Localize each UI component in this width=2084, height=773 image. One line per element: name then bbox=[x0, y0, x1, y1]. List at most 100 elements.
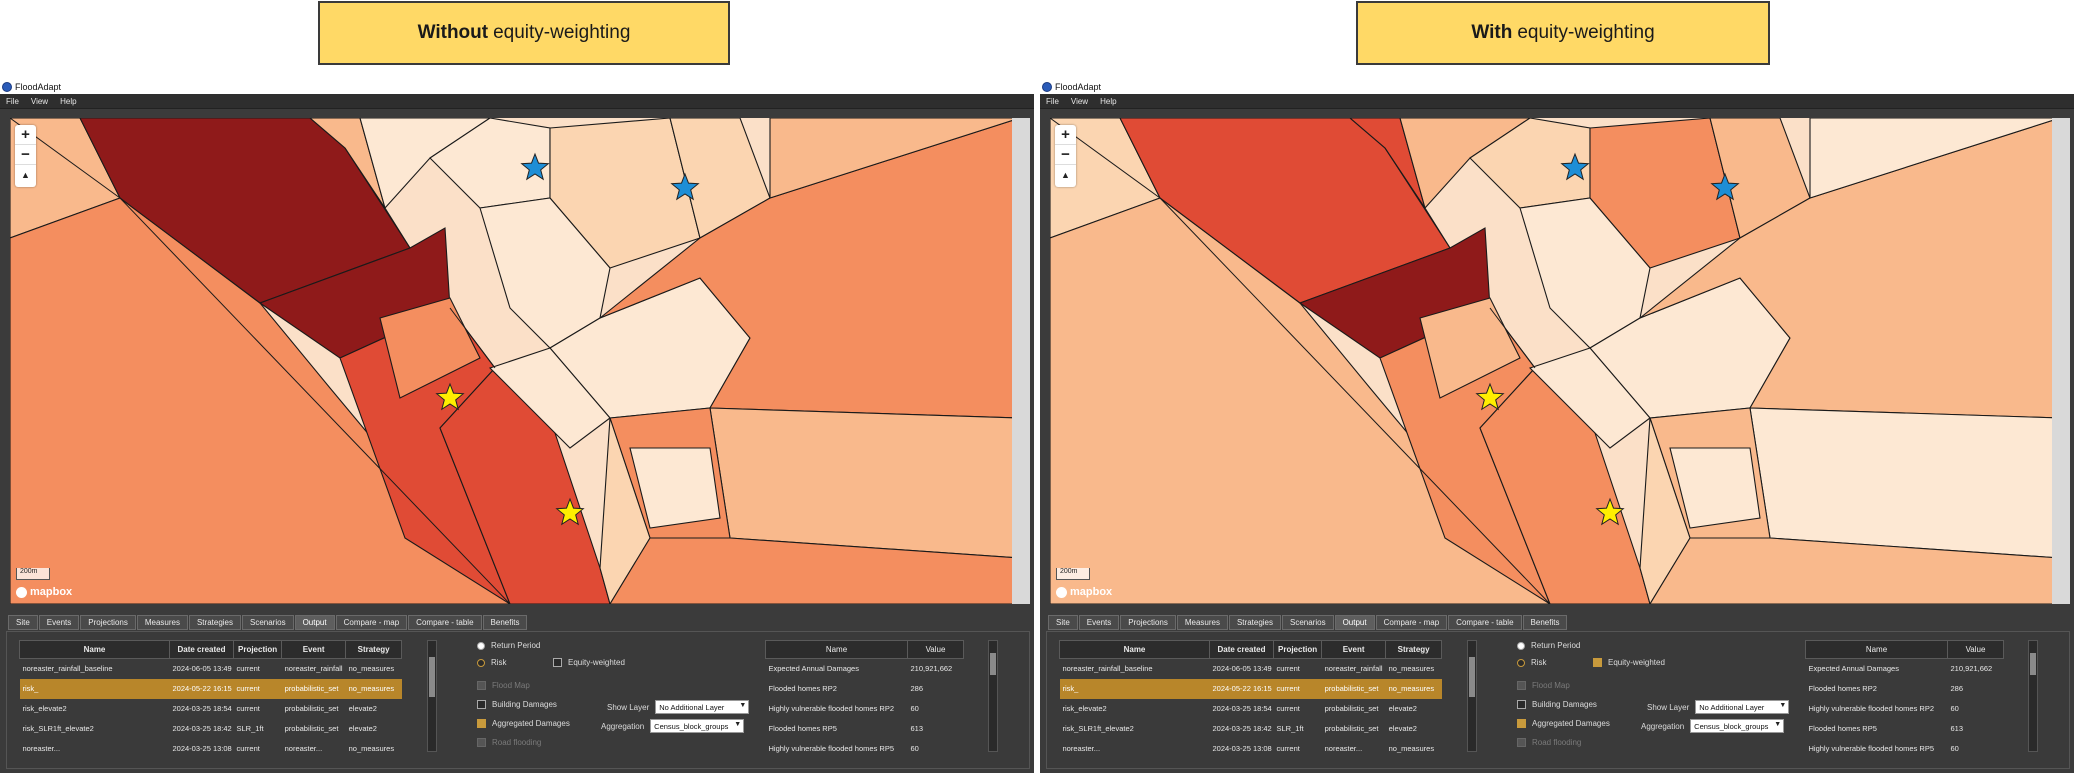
column-header[interactable]: Date created bbox=[1209, 640, 1274, 659]
menu-view[interactable]: View bbox=[1071, 97, 1088, 106]
equity-weighted-checkbox[interactable] bbox=[1593, 658, 1602, 667]
metrics-table-scrollbar[interactable] bbox=[988, 640, 998, 752]
column-header[interactable]: Strategy bbox=[345, 640, 403, 659]
risk-option[interactable]: Risk bbox=[1517, 658, 1547, 667]
block-group-polygon[interactable] bbox=[709, 407, 1021, 559]
zoom-in-button[interactable]: + bbox=[1055, 125, 1076, 145]
column-header[interactable]: Name bbox=[1805, 640, 1948, 659]
table-row[interactable]: Highly vulnerable flooded homes RP5 60 bbox=[1806, 739, 2004, 759]
tab-site[interactable]: Site bbox=[1048, 615, 1078, 630]
building-damages-option[interactable]: Building Damages bbox=[1517, 700, 1597, 709]
column-header[interactable]: Value bbox=[1947, 640, 2004, 659]
return-period-radio[interactable] bbox=[477, 641, 485, 650]
tab-strategies[interactable]: Strategies bbox=[1228, 615, 1281, 630]
tab-compare-table[interactable]: Compare - table bbox=[408, 615, 482, 630]
column-header[interactable]: Value bbox=[907, 640, 964, 659]
table-row[interactable]: risk_SLR1ft_elevate2 2024-03-25 18:42 SLR_… bbox=[1060, 719, 1442, 739]
tab-output[interactable]: Output bbox=[294, 615, 335, 630]
table-row[interactable]: risk_ 2024-05-22 16:15 current probabilisti… bbox=[19, 678, 402, 699]
table-row[interactable]: Flooded homes RP5 613 bbox=[766, 719, 964, 739]
column-header[interactable]: Name bbox=[19, 640, 170, 659]
scenario-table-scrollbar[interactable] bbox=[427, 640, 437, 752]
map-view[interactable]: + − ▲ 200m mapbox bbox=[1050, 118, 2070, 604]
aggregated-damages-option[interactable]: Aggregated Damages bbox=[477, 719, 570, 728]
flood-map-checkbox[interactable] bbox=[1517, 681, 1526, 690]
table-row[interactable]: noreaster_rainfall_baseline 2024-06-05 13… bbox=[1060, 659, 1442, 679]
menu-file[interactable]: File bbox=[6, 97, 19, 106]
table-row[interactable]: Expected Annual Damages 210,921,662 bbox=[1806, 659, 2004, 679]
column-header[interactable]: Name bbox=[1059, 640, 1210, 659]
scrollbar-thumb[interactable] bbox=[990, 653, 996, 675]
menu-file[interactable]: File bbox=[1046, 97, 1059, 106]
column-header[interactable]: Event bbox=[281, 640, 347, 659]
table-row[interactable]: noreaster_rainfall_baseline 2024-06-05 13… bbox=[20, 659, 402, 679]
table-row[interactable]: risk_SLR1ft_elevate2 2024-03-25 18:42 SLR_… bbox=[20, 719, 402, 739]
aggregation-select[interactable]: Census_block_groups ▼ bbox=[650, 719, 745, 733]
zoom-out-button[interactable]: − bbox=[1055, 145, 1076, 165]
tab-measures[interactable]: Measures bbox=[136, 615, 188, 630]
choropleth-map[interactable] bbox=[10, 118, 1030, 604]
map-view[interactable]: + − ▲ 200m mapbox bbox=[10, 118, 1030, 604]
tab-scenarios[interactable]: Scenarios bbox=[1282, 615, 1334, 630]
scenario-table-scrollbar[interactable] bbox=[1467, 640, 1477, 752]
menu-help[interactable]: Help bbox=[1100, 97, 1116, 106]
road-flooding-checkbox[interactable] bbox=[477, 738, 486, 747]
column-header[interactable]: Projection bbox=[232, 640, 283, 659]
menu-help[interactable]: Help bbox=[60, 97, 76, 106]
table-row[interactable]: Flooded homes RP2 286 bbox=[766, 679, 964, 699]
column-header[interactable]: Strategy bbox=[1385, 640, 1443, 659]
table-row[interactable]: risk_elevate2 2024-03-25 18:54 current prob… bbox=[20, 699, 402, 719]
aggregated-damages-checkbox[interactable] bbox=[1517, 719, 1526, 728]
return-period-option[interactable]: Return Period bbox=[1517, 641, 1580, 650]
column-header[interactable]: Projection bbox=[1272, 640, 1323, 659]
table-row[interactable]: Expected Annual Damages 210,921,662 bbox=[766, 659, 964, 679]
road-flooding-option[interactable]: Road flooding bbox=[1517, 738, 1581, 747]
table-row[interactable]: Highly vulnerable flooded homes RP2 60 bbox=[766, 699, 964, 719]
tab-compare-map[interactable]: Compare - map bbox=[1375, 615, 1448, 630]
show-layer-select[interactable]: No Additional Layer ▼ bbox=[1695, 700, 1790, 714]
table-row[interactable]: risk_elevate2 2024-03-25 18:54 current prob… bbox=[1060, 699, 1442, 719]
tab-projections[interactable]: Projections bbox=[80, 615, 136, 630]
menu-view[interactable]: View bbox=[31, 97, 48, 106]
building-damages-checkbox[interactable] bbox=[1517, 700, 1526, 709]
road-flooding-option[interactable]: Road flooding bbox=[477, 738, 541, 747]
column-header[interactable]: Event bbox=[1321, 640, 1387, 659]
tab-benefits[interactable]: Benefits bbox=[482, 615, 528, 630]
aggregated-damages-checkbox[interactable] bbox=[477, 719, 486, 728]
equity-weighted-option[interactable]: Equity-weighted bbox=[553, 658, 625, 667]
road-flooding-checkbox[interactable] bbox=[1517, 738, 1526, 747]
risk-radio[interactable] bbox=[1517, 658, 1525, 667]
equity-weighted-option[interactable]: Equity-weighted bbox=[1593, 658, 1665, 667]
flood-map-checkbox[interactable] bbox=[477, 681, 486, 690]
compass-button[interactable]: ▲ bbox=[1055, 165, 1076, 185]
flood-map-option[interactable]: Flood Map bbox=[1517, 681, 1570, 690]
risk-radio[interactable] bbox=[477, 658, 485, 667]
return-period-option[interactable]: Return Period bbox=[477, 641, 540, 650]
tab-measures[interactable]: Measures bbox=[1176, 615, 1228, 630]
tab-benefits[interactable]: Benefits bbox=[1522, 615, 1568, 630]
building-damages-checkbox[interactable] bbox=[477, 700, 486, 709]
compass-button[interactable]: ▲ bbox=[15, 165, 36, 185]
equity-weighted-checkbox[interactable] bbox=[553, 658, 562, 667]
table-row[interactable]: Highly vulnerable flooded homes RP5 60 bbox=[766, 739, 964, 759]
choropleth-map[interactable] bbox=[1050, 118, 2070, 604]
tab-compare-table[interactable]: Compare - table bbox=[1448, 615, 1522, 630]
tab-compare-map[interactable]: Compare - map bbox=[335, 615, 408, 630]
table-row[interactable]: Flooded homes RP2 286 bbox=[1806, 679, 2004, 699]
risk-option[interactable]: Risk bbox=[477, 658, 507, 667]
table-row[interactable]: noreaster... 2024-03-25 13:08 current norea… bbox=[1060, 739, 1442, 759]
column-header[interactable]: Date created bbox=[169, 640, 234, 659]
table-row[interactable]: risk_ 2024-05-22 16:15 current probabilisti… bbox=[1059, 678, 1442, 699]
tab-projections[interactable]: Projections bbox=[1120, 615, 1176, 630]
tab-events[interactable]: Events bbox=[1078, 615, 1120, 630]
aggregation-select[interactable]: Census_block_groups ▼ bbox=[1690, 719, 1785, 733]
tab-site[interactable]: Site bbox=[8, 615, 38, 630]
tab-strategies[interactable]: Strategies bbox=[188, 615, 241, 630]
scrollbar-thumb[interactable] bbox=[2030, 653, 2036, 675]
table-row[interactable]: noreaster... 2024-03-25 13:08 current norea… bbox=[20, 739, 402, 759]
table-row[interactable]: Flooded homes RP5 613 bbox=[1806, 719, 2004, 739]
tab-events[interactable]: Events bbox=[38, 615, 80, 630]
flood-map-option[interactable]: Flood Map bbox=[477, 681, 530, 690]
metrics-table-scrollbar[interactable] bbox=[2028, 640, 2038, 752]
tab-scenarios[interactable]: Scenarios bbox=[242, 615, 294, 630]
